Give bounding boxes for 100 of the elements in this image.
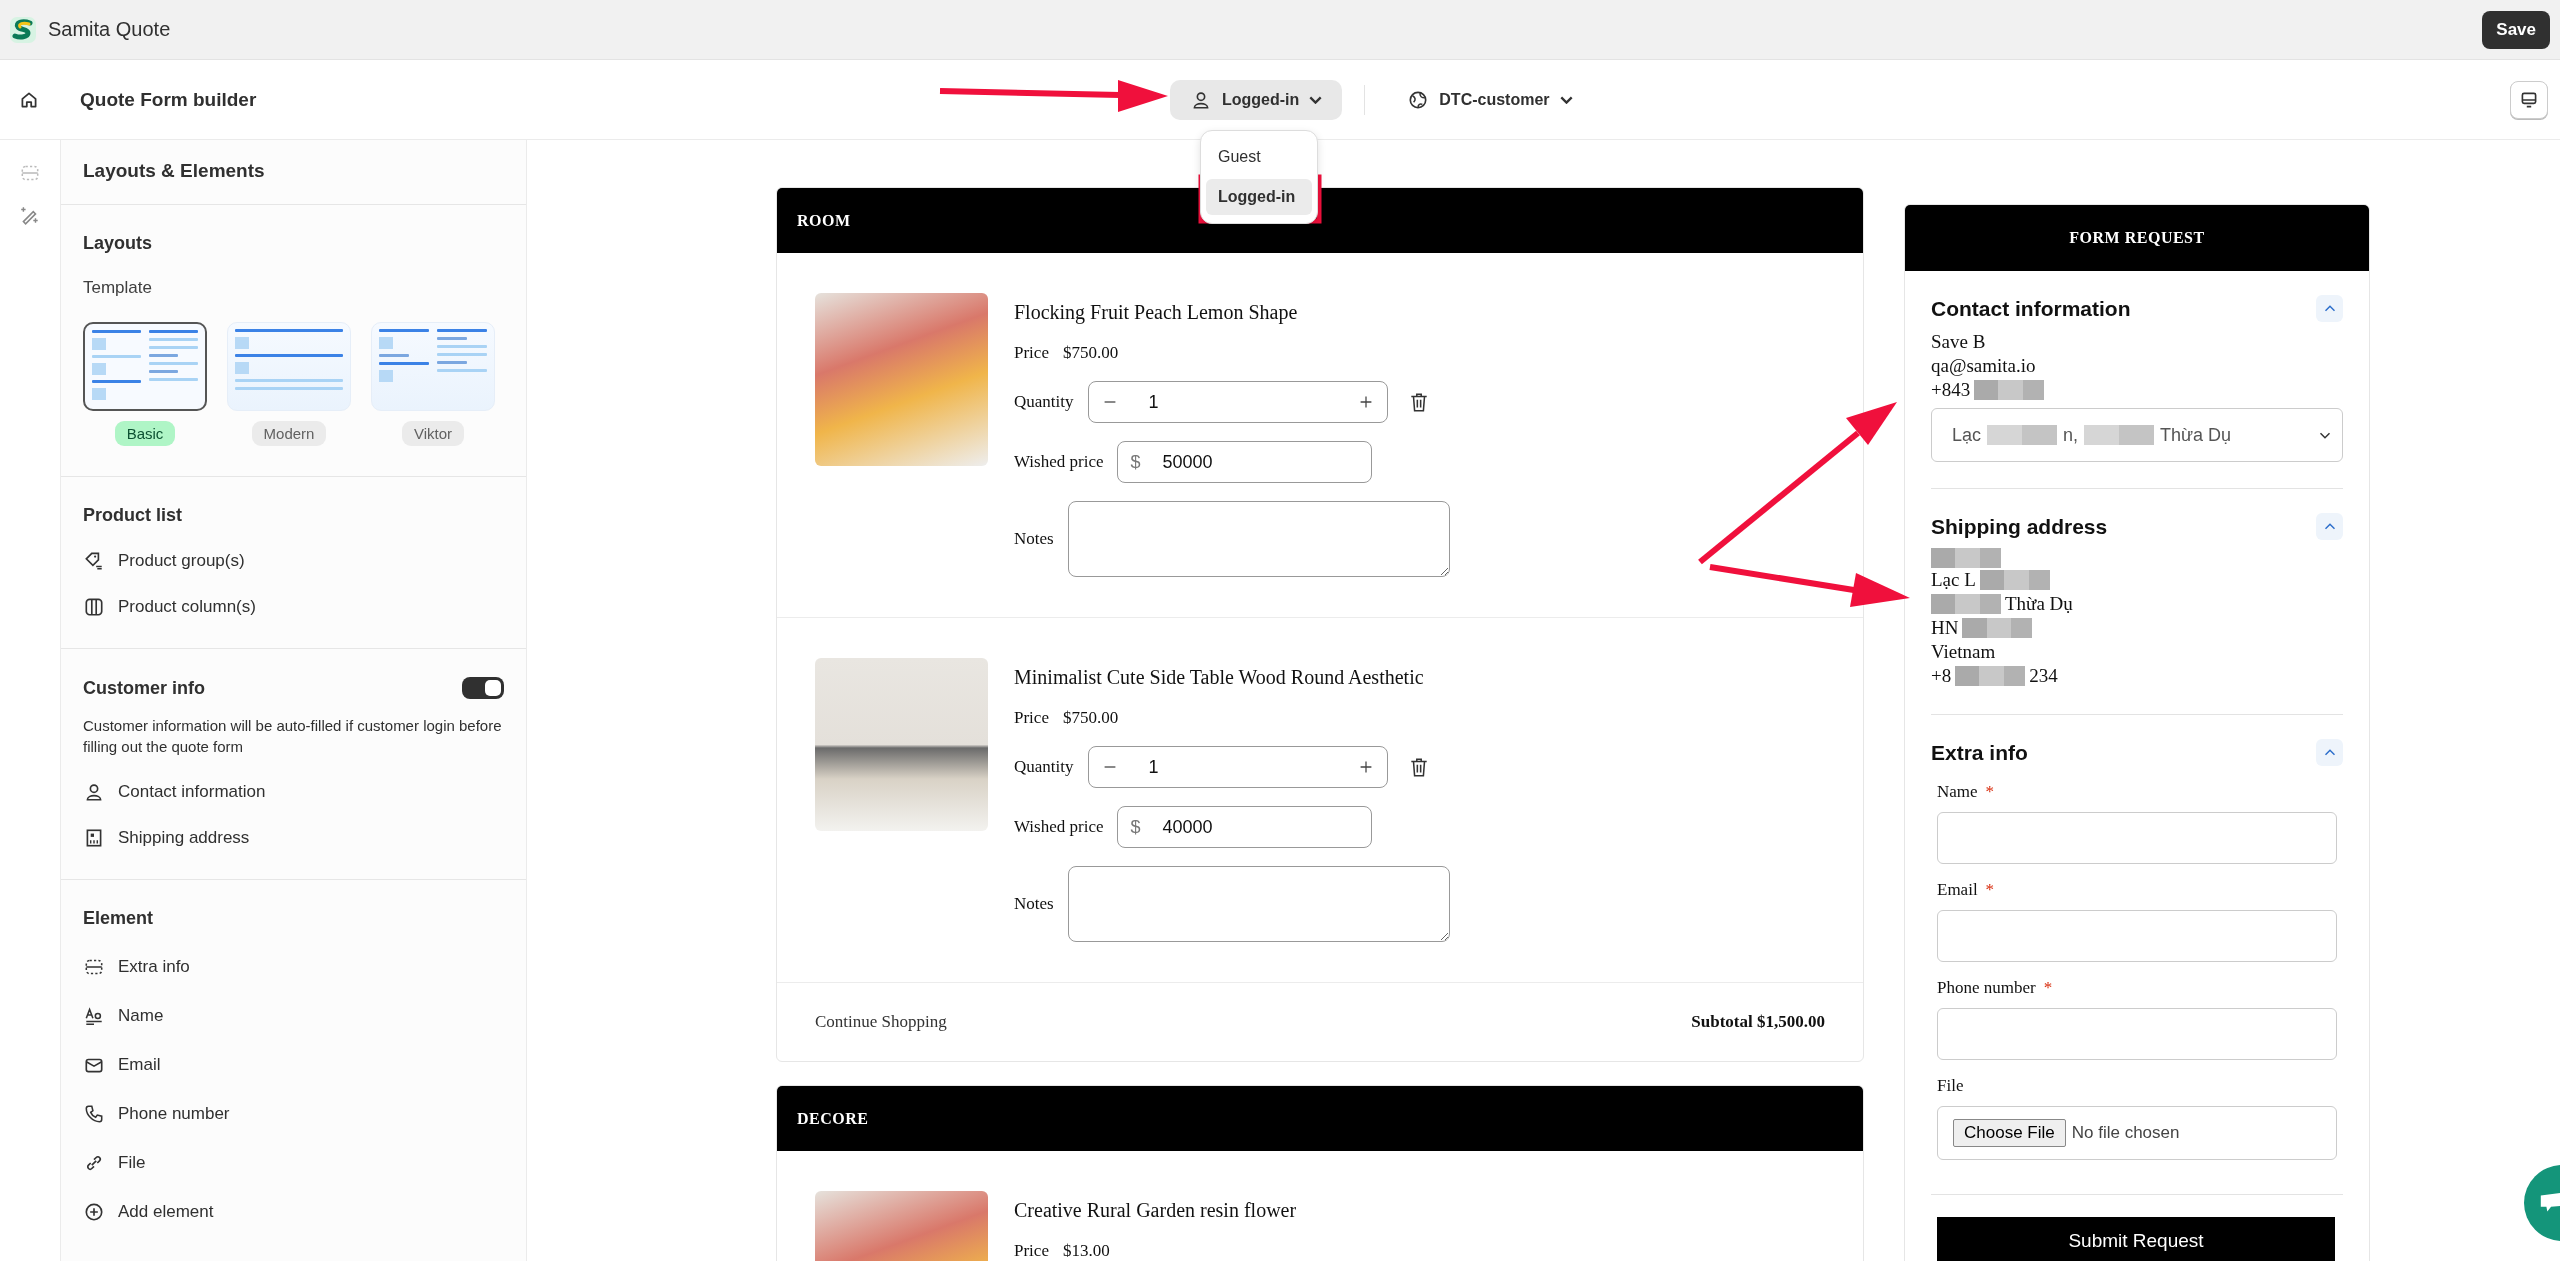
product-name: Flocking Fruit Peach Lemon Shape — [1014, 301, 1299, 324]
sidebar-title: Layouts & Elements — [83, 160, 266, 182]
sidebar-item[interactable]: Contact information — [83, 781, 504, 803]
section-heading: Layouts — [83, 233, 153, 254]
sidebar-item[interactable]: Product group(s) — [83, 550, 504, 572]
columns-icon — [83, 596, 105, 618]
required-asterisk: * — [1985, 782, 1995, 802]
app-name: Samita Quote — [48, 18, 171, 41]
plus-circle-icon — [83, 1201, 105, 1223]
group-title: DECORE — [797, 1109, 869, 1128]
form-title: FORM REQUEST — [2069, 229, 2205, 247]
notes-field[interactable] — [1067, 501, 1450, 577]
price-label: Price — [1014, 1241, 1049, 1261]
form-section-title: Extra info — [1931, 740, 2028, 765]
chevron-down-icon — [1559, 95, 1573, 104]
notes-label: Notes — [1014, 894, 1054, 914]
quantity-label: Quantity — [1014, 757, 1074, 777]
template-label: Template — [83, 278, 153, 298]
quantity-stepper[interactable]: 1 — [1087, 381, 1388, 423]
address-select[interactable]: Lạc n, Thừa Dụ — [1931, 408, 2343, 462]
collapse-button[interactable] — [2316, 295, 2343, 322]
subtotal: Subtotal $1,500.00 — [1691, 1012, 1825, 1032]
redacted-block — [1974, 380, 2045, 400]
continue-shopping-link[interactable]: Continue Shopping — [815, 1012, 947, 1032]
sidebar-item[interactable]: Name — [83, 1005, 504, 1027]
group-title: ROOM — [797, 211, 851, 230]
tag-icon — [83, 550, 105, 572]
sidebar-item[interactable]: Add element — [83, 1201, 504, 1223]
wished-price-field[interactable]: $ 50000 — [1117, 441, 1373, 483]
input-field[interactable] — [1937, 910, 2337, 962]
redacted-block — [1979, 570, 2050, 590]
required-asterisk: * — [2043, 978, 2053, 998]
redacted-block — [1987, 425, 2058, 445]
section-heading: Product list — [83, 505, 183, 526]
help-text: Customer information will be auto-filled if customer login before filling out the quote form — [83, 716, 503, 757]
menu-option[interactable]: Guest — [1206, 138, 1312, 175]
redacted-block — [1931, 594, 2001, 614]
choose-file-button[interactable]: Choose File — [1953, 1119, 2066, 1147]
price: $750.00 — [1062, 343, 1119, 363]
customer-detail: Lạc L — [1931, 568, 1976, 592]
quantity-label: Quantity — [1014, 392, 1074, 412]
sidebar-item[interactable]: Phone number — [83, 1103, 504, 1125]
redacted-block — [1931, 548, 2001, 568]
sidebar-item[interactable]: Extra info — [83, 956, 504, 978]
logo-icon — [10, 16, 36, 43]
template-name-badge: Viktor — [401, 421, 465, 446]
wished-price-field[interactable]: $ 40000 — [1117, 806, 1373, 848]
product-name: Creative Rural Garden resin flower — [1014, 1199, 1297, 1222]
price: $13.00 — [1062, 1241, 1110, 1261]
notes-label: Notes — [1014, 529, 1054, 549]
price-label: Price — [1014, 343, 1049, 363]
template-name-badge: Modern — [251, 421, 327, 446]
redacted-block — [2084, 425, 2155, 445]
sidebar-item[interactable]: Email — [83, 1054, 504, 1076]
collapse-button[interactable] — [2316, 513, 2343, 540]
notes-field[interactable] — [1067, 866, 1450, 942]
input-field[interactable] — [1937, 1008, 2337, 1060]
redacted-block — [1955, 666, 2026, 686]
section-heading: Element — [83, 908, 155, 929]
magic-wand-icon[interactable] — [19, 204, 41, 226]
customer-detail: +8 — [1931, 664, 1952, 688]
field-label: Email — [1937, 880, 1978, 900]
customer-detail: Thừa Dụ — [2005, 592, 2073, 616]
phone-icon — [83, 1103, 105, 1125]
price: $750.00 — [1062, 708, 1119, 728]
field-label: Phone number — [1937, 978, 2036, 998]
input-field[interactable] — [1937, 812, 2337, 864]
submit-button[interactable]: Submit Request — [1937, 1217, 2335, 1261]
product-name: Minimalist Cute Side Table Wood Round Aesthetic — [1014, 666, 1425, 689]
customer-mode-dropdown[interactable]: Logged-in — [1170, 79, 1343, 120]
template-thumbnail[interactable] — [83, 322, 207, 411]
customer-detail: Vietnam — [1931, 640, 1996, 664]
section-heading: Customer info — [83, 677, 205, 699]
preview-button[interactable] — [2510, 80, 2548, 119]
field-label: Name — [1937, 782, 1978, 802]
customer-detail: +843 — [1931, 378, 1971, 402]
toggle-switch[interactable] — [462, 677, 504, 699]
sidebar-item[interactable]: File — [83, 1152, 504, 1174]
market-dropdown[interactable]: DTC-customer — [1387, 79, 1593, 120]
sidebar-item[interactable]: Shipping address — [83, 827, 504, 849]
sidebar-item[interactable]: Product column(s) — [83, 596, 504, 618]
field-label: File — [1937, 1076, 1964, 1096]
customer-detail: 234 — [2029, 664, 2058, 688]
file-status: No file chosen — [2071, 1123, 2180, 1143]
customer-detail: Save B — [1931, 330, 1986, 354]
quantity-stepper[interactable]: 1 — [1087, 746, 1388, 788]
redacted-block — [1962, 618, 2033, 638]
price-label: Price — [1014, 708, 1049, 728]
required-asterisk: * — [1985, 880, 1995, 900]
menu-option[interactable]: Logged-in — [1206, 178, 1312, 215]
customer-detail: HN — [1931, 616, 1959, 640]
text-style-icon — [83, 1005, 105, 1027]
save-button[interactable]: Save — [2482, 10, 2550, 49]
collapse-button[interactable] — [2316, 739, 2343, 766]
wished-price-label: Wished price — [1014, 817, 1104, 837]
form-section-title: Shipping address — [1931, 514, 2108, 539]
chevron-down-icon — [1309, 95, 1323, 104]
customer-detail: qa@samita.io — [1931, 354, 2036, 378]
template-name-badge: Basic — [114, 421, 176, 446]
wished-price-label: Wished price — [1014, 452, 1104, 472]
